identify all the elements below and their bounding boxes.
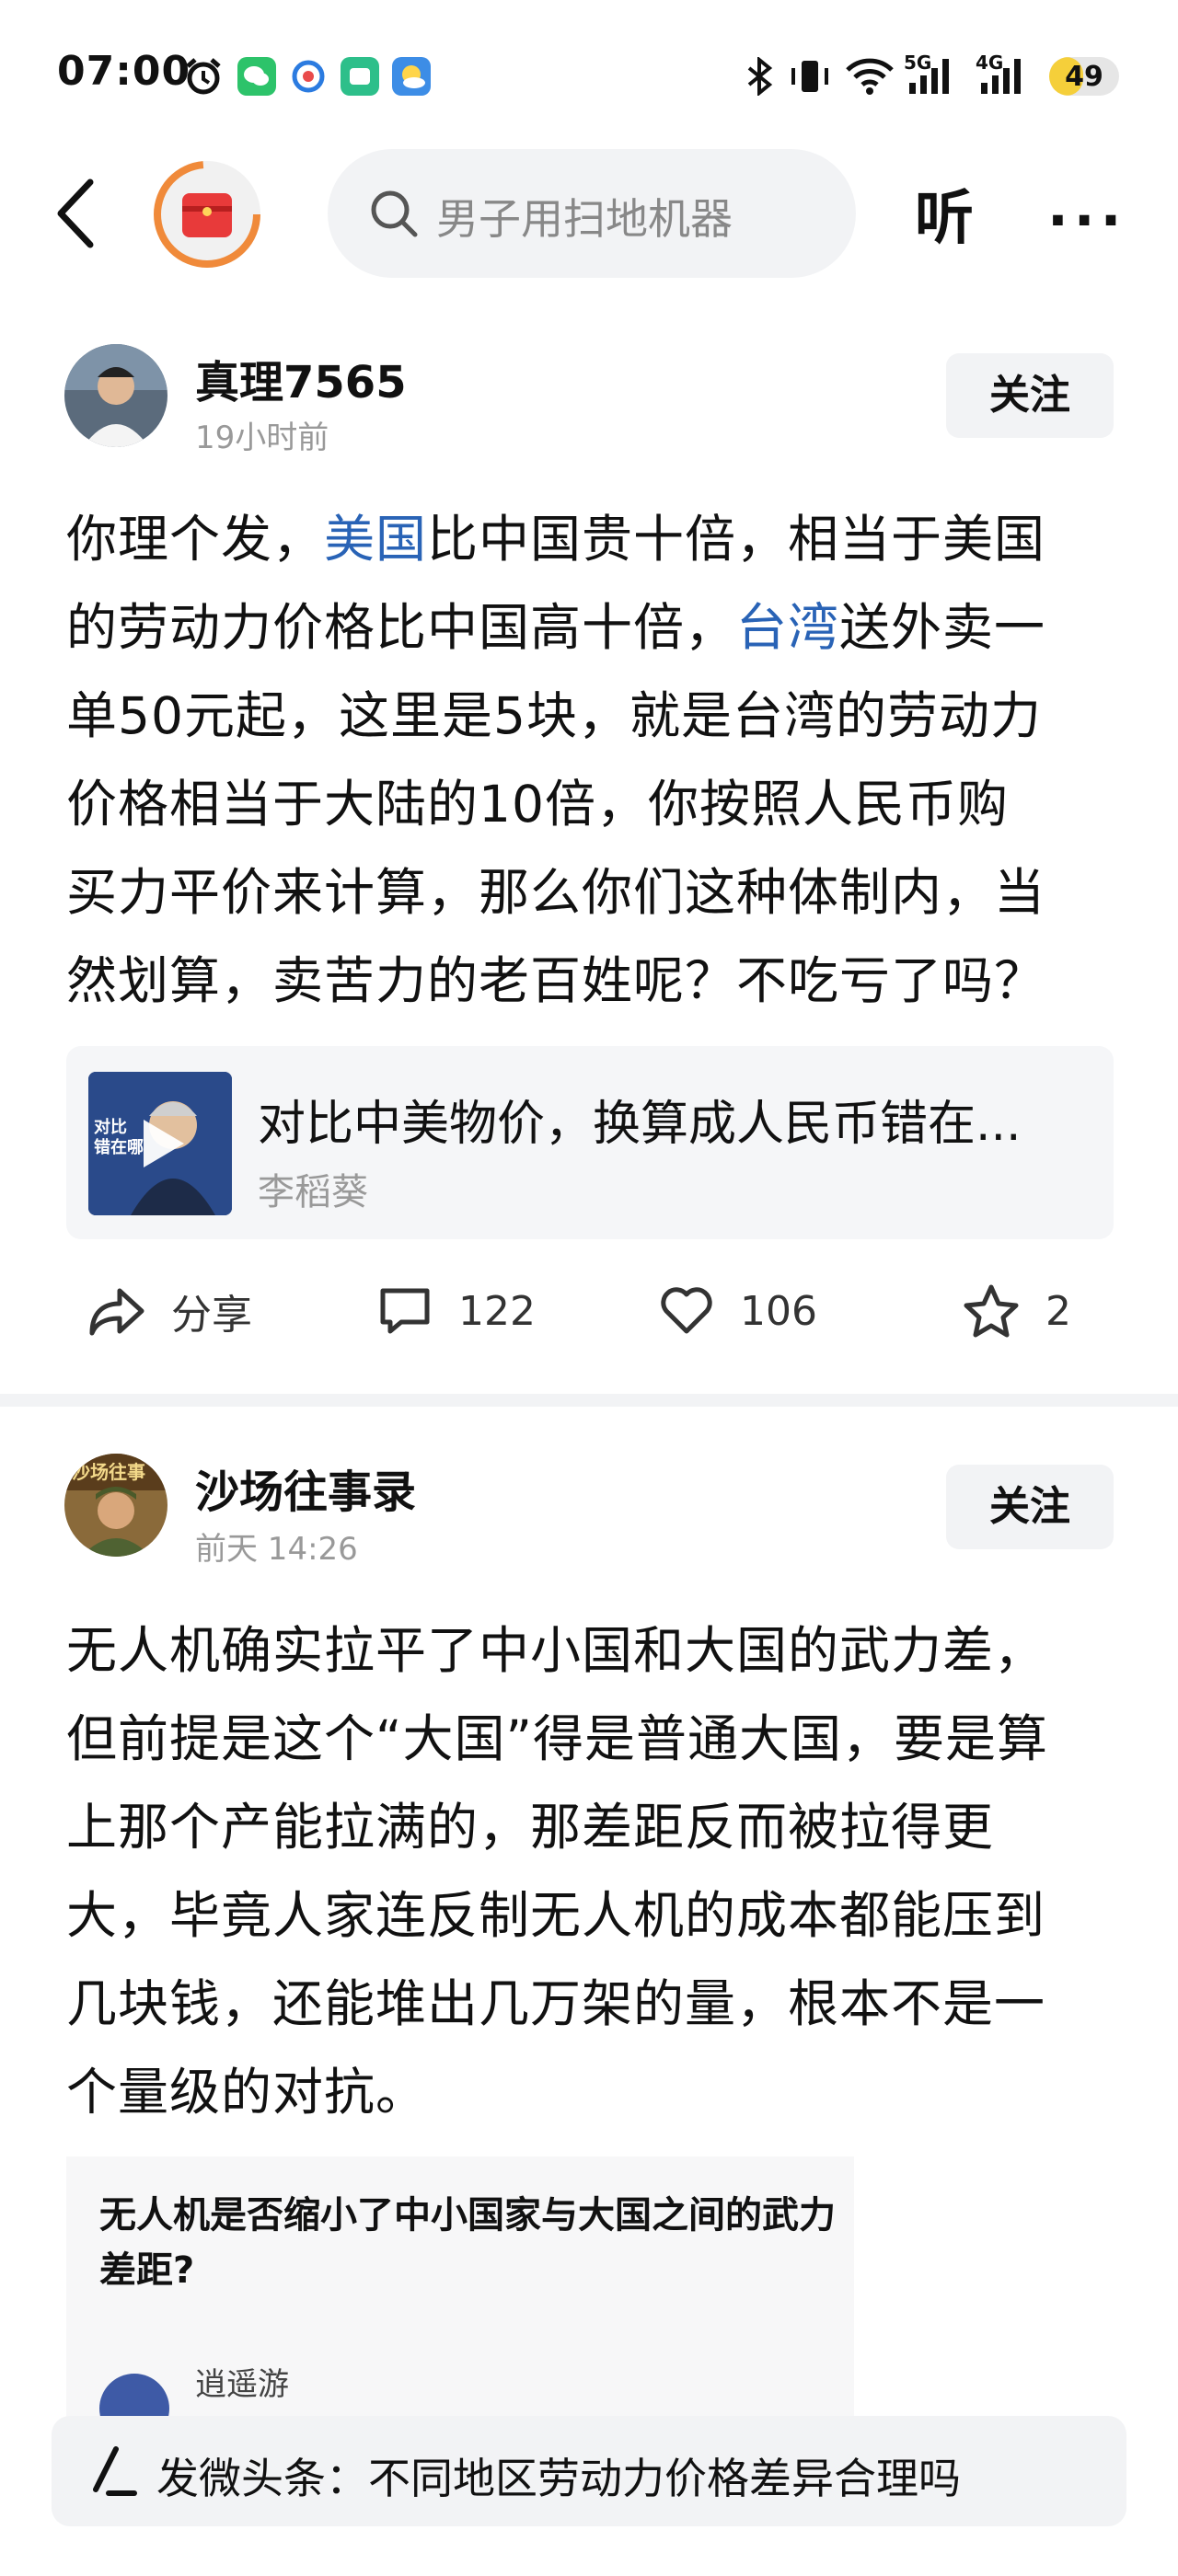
search-input[interactable]: 男子用扫地机器 — [436, 186, 823, 247]
question-title[interactable]: 无人机是否缩小了中小国家与大国之间的武力差距? — [99, 2188, 836, 2298]
post-body: 你理个发，美国比中国贵十倍，相当于美国 的劳动力价格比中国高十倍，台湾送外卖一 … — [66, 495, 1115, 1025]
heart-icon — [661, 1287, 712, 1334]
linked-video-card[interactable]: 对比 错在哪 对比中美物价，换算成人民币错在... 李稻葵 — [66, 1046, 1114, 1239]
wifi-icon — [845, 57, 895, 99]
video-title[interactable]: 对比中美物价，换算成人民币错在... — [258, 1085, 1022, 1154]
like-button[interactable]: 106 — [659, 1274, 817, 1348]
post-line: 个量级的对抗。 — [66, 2063, 428, 2122]
app-icon — [341, 57, 379, 96]
post-line: 然划算，卖苦力的老百姓呢？不吃亏了吗？ — [66, 951, 1046, 1010]
post-body: 无人机确实拉平了中小国和大国的武力差， 但前提是这个“大国”得是普通大国，要是算… — [66, 1606, 1115, 2136]
search-icon — [371, 190, 418, 237]
compose-input[interactable]: 发微头条：不同地区劳动力价格差异合理吗 — [156, 2445, 961, 2506]
wechat-icon — [237, 57, 276, 96]
comment-button[interactable]: 122 — [377, 1274, 536, 1348]
post-line: 大，毕竟人家连反制无人机的成本都能压到 — [66, 1886, 1046, 1945]
post-line: 你理个发，美国比中国贵十倍，相当于美国 — [66, 510, 1046, 569]
favorite-button[interactable]: 2 — [963, 1274, 1071, 1348]
app-icon — [289, 57, 328, 96]
battery-level: 49 — [1065, 61, 1103, 93]
comment-icon — [380, 1288, 430, 1334]
app-logo[interactable] — [149, 156, 265, 272]
post-line: 无人机确实拉平了中小国和大国的武力差， — [66, 1621, 1046, 1680]
post-line: 但前提是这个“大国”得是普通大国，要是算 — [66, 1709, 1048, 1768]
favorite-count: 2 — [1045, 1287, 1071, 1335]
thumbnail-caption: 对比 错在哪 — [94, 1118, 144, 1157]
weather-icon — [392, 57, 431, 96]
topic-link-usa[interactable]: 美国 — [324, 510, 427, 569]
answer-author: 逍遥游 — [195, 2366, 289, 2403]
post-line: 买力平价来计算，那么你们这种体制内，当 — [66, 863, 1046, 922]
post-line: 单50元起，这里是5块，就是台湾的劳动力 — [66, 686, 1042, 745]
battery-indicator: 49 — [1049, 57, 1119, 96]
post-line: 的劳动力价格比中国高十倍，台湾送外卖一 — [66, 598, 1046, 657]
post-actions: 分享 122 106 2 — [0, 1274, 1178, 1348]
star-icon — [964, 1284, 1019, 1338]
avatar[interactable] — [64, 344, 167, 447]
compose-bar[interactable]: 发微头条：不同地区劳动力价格差异合理吗 — [52, 2416, 1126, 2526]
share-icon — [89, 1288, 144, 1336]
status-time: 07:00 — [57, 48, 191, 95]
comment-count: 122 — [458, 1287, 536, 1335]
back-button[interactable] — [53, 177, 99, 250]
bluetooth-icon — [744, 55, 775, 99]
post-line: 上那个产能拉满的，那差距反而被拉得更 — [66, 1798, 995, 1857]
share-button[interactable]: 分享 — [88, 1274, 252, 1348]
author-name[interactable]: 沙场往事录 — [195, 1455, 416, 1520]
alarm-icon — [184, 57, 223, 96]
follow-button[interactable]: 关注 — [946, 1465, 1114, 1549]
post-line: 几块钱，还能堆出几万架的量，根本不是一 — [66, 1974, 1046, 2033]
share-label: 分享 — [171, 1292, 252, 1339]
quoted-answer-preview[interactable]: 逍遥游 — [66, 2340, 854, 2423]
post-time: 19小时前 — [195, 420, 329, 456]
video-thumbnail: 对比 错在哪 — [88, 1072, 232, 1215]
quoted-question-card[interactable]: 无人机是否缩小了中小国家与大国之间的武力差距? — [66, 2156, 854, 2340]
more-options-button[interactable]: ··· — [1047, 189, 1126, 253]
topic-link-taiwan[interactable]: 台湾 — [736, 598, 839, 657]
search-bar[interactable]: 男子用扫地机器 — [328, 149, 856, 278]
like-count: 106 — [740, 1287, 817, 1335]
avatar-text: 沙场往事 — [72, 1461, 145, 1483]
post-time: 前天 14:26 — [195, 1531, 358, 1568]
vibrate-icon — [790, 57, 830, 99]
post-divider — [0, 1394, 1178, 1407]
listen-button[interactable]: 听 — [915, 171, 974, 256]
post-line: 价格相当于大陆的10倍，你按照人民币购 — [66, 775, 1009, 834]
follow-button[interactable]: 关注 — [946, 353, 1114, 438]
video-author: 李稻葵 — [258, 1171, 368, 1213]
avatar[interactable]: 沙场往事 — [64, 1454, 167, 1557]
pen-icon — [93, 2446, 137, 2496]
author-name[interactable]: 真理7565 — [195, 346, 407, 410]
